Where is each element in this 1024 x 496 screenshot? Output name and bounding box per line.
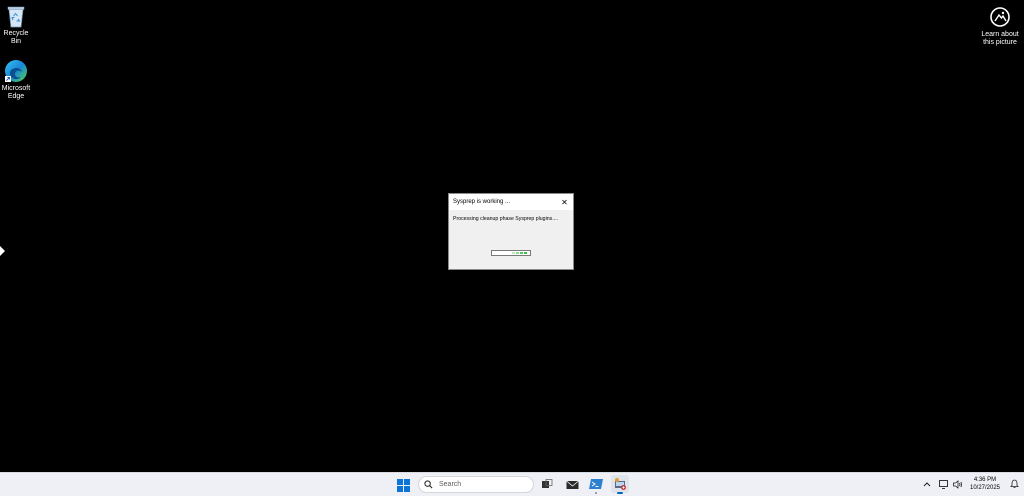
close-button[interactable]: ✕ [560, 198, 569, 207]
sysprep-dialog: Sysprep is working ... ✕ Processing clea… [448, 193, 574, 270]
learn-label-line1: Learn about [981, 31, 1019, 38]
taskbar-clock[interactable]: 4:36 PM 10/27/2025 [964, 476, 1006, 492]
microsoft-edge-shortcut[interactable]: Microsoft Edge [0, 59, 34, 101]
progress-block [524, 252, 527, 254]
dialog-titlebar[interactable]: Sysprep is working ... ✕ [449, 194, 573, 210]
learn-about-picture-icon [990, 7, 1010, 27]
chevron-up-icon [923, 482, 931, 487]
mail-button[interactable] [563, 475, 581, 493]
marquee-progress-bar [491, 250, 531, 256]
edge-icon [5, 60, 27, 82]
search-icon [424, 480, 433, 489]
progress-block [520, 252, 523, 254]
clock-date: 10/27/2025 [969, 485, 1001, 491]
notification-icon [1009, 479, 1019, 488]
clock-time: 4:36 PM [973, 477, 997, 483]
task-view-button[interactable] [538, 475, 556, 493]
notifications-button[interactable] [1009, 479, 1019, 489]
network-button[interactable] [939, 479, 949, 489]
recycle-bin-label: Recycle Bin [3, 30, 29, 45]
powershell-icon [589, 479, 603, 489]
dialog-title: Sysprep is working ... [453, 199, 511, 205]
task-view-icon [542, 479, 553, 488]
start-button[interactable] [394, 476, 412, 494]
progress-block [512, 252, 515, 254]
search-placeholder: Search [439, 481, 462, 488]
volume-button[interactable] [953, 479, 963, 489]
sysprep-taskbar-button[interactable] [611, 475, 629, 494]
network-icon [939, 479, 948, 489]
active-indicator [617, 492, 623, 494]
show-hidden-icons-button[interactable] [922, 479, 932, 489]
dialog-message: Processing cleanup phase Sysprep plugins… [453, 216, 558, 222]
sysprep-icon [615, 478, 626, 490]
desktop: Recycle Bin Microsoft Edge Learn about t… [0, 0, 1024, 472]
edge-label-line1: Microsoft [1, 85, 31, 92]
mail-icon [565, 480, 579, 489]
recycle-bin-shortcut[interactable]: Recycle Bin [0, 4, 34, 46]
taskbar-search-box[interactable]: Search [418, 476, 534, 493]
resize-cursor-icon [0, 246, 5, 256]
learn-about-picture-shortcut[interactable]: Learn about this picture [978, 5, 1022, 47]
progress-block [516, 252, 519, 254]
windows-start-icon [396, 478, 410, 492]
running-indicator [595, 492, 597, 494]
powershell-button[interactable] [587, 475, 605, 494]
volume-icon [953, 479, 963, 489]
recycle-bin-icon [7, 6, 25, 28]
edge-label-line2: Edge [7, 93, 25, 100]
learn-label-line2: this picture [983, 39, 1017, 46]
